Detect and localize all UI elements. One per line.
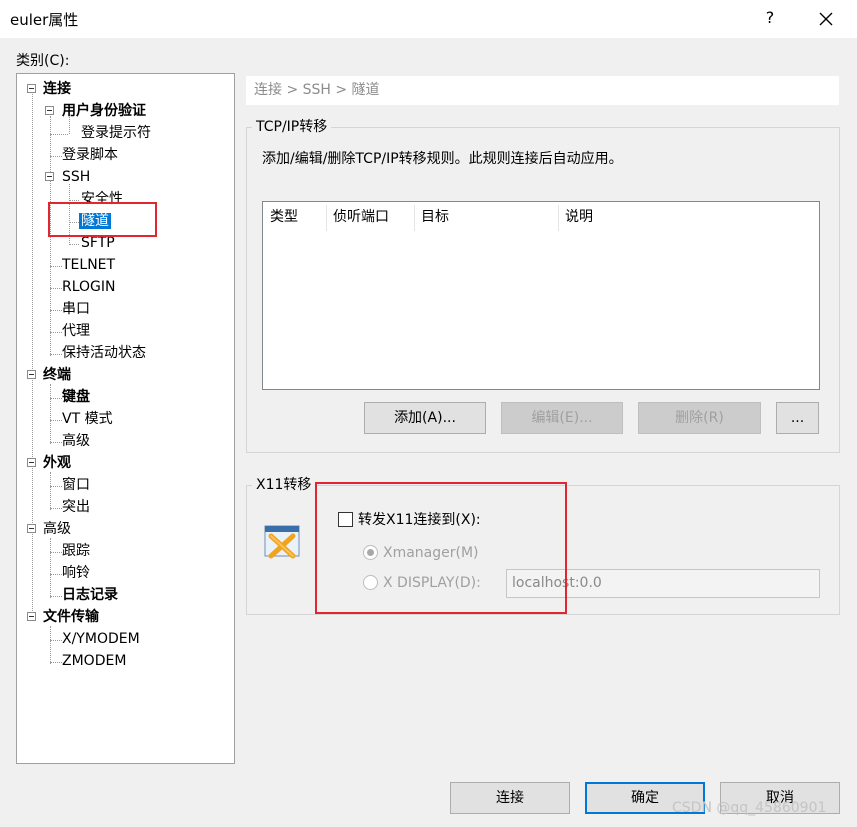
connect-button[interactable]: 连接: [450, 782, 570, 814]
tree-line: [50, 662, 62, 663]
column-separator[interactable]: [326, 205, 327, 231]
column-separator[interactable]: [558, 205, 559, 231]
tree-item-sftp[interactable]: SFTP: [81, 233, 115, 253]
collapse-icon[interactable]: [45, 172, 54, 181]
tree-item-bell[interactable]: 响铃: [62, 563, 90, 583]
tree-line: [50, 134, 68, 135]
tree-item-file-transfer[interactable]: 文件传输: [43, 607, 99, 627]
tree-item-advanced[interactable]: 高级: [43, 519, 71, 539]
xmanager-icon: [264, 525, 300, 559]
tree-item-logging[interactable]: 日志记录: [62, 585, 118, 605]
tree-item-window[interactable]: 窗口: [62, 475, 90, 495]
collapse-icon[interactable]: [27, 524, 36, 533]
tree-line: [50, 596, 62, 597]
xmanager-radio[interactable]: [363, 545, 378, 560]
close-button[interactable]: [812, 5, 840, 33]
column-header-description[interactable]: 说明: [565, 208, 593, 226]
tree-item-user-auth[interactable]: 用户身份验证: [62, 101, 146, 121]
xdisplay-radio-label[interactable]: X DISPLAY(D):: [383, 574, 481, 592]
tree-line: [50, 508, 62, 509]
tcp-group-title: TCP/IP转移: [252, 118, 332, 136]
tree-item-login-script[interactable]: 登录脚本: [62, 145, 118, 165]
tree-line: [69, 200, 79, 201]
help-button[interactable]: ?: [760, 8, 780, 27]
tree-line: [50, 538, 51, 598]
tree-item-ssh[interactable]: SSH: [62, 167, 90, 187]
forward-x11-checkbox[interactable]: [338, 512, 353, 527]
xmanager-radio-label[interactable]: Xmanager(M): [383, 544, 479, 562]
tree-line: [50, 626, 51, 664]
tree-item-terminal[interactable]: 终端: [43, 365, 71, 385]
tree-line: [50, 310, 62, 311]
tree-item-vt-mode[interactable]: VT 模式: [62, 409, 113, 429]
delete-rule-button[interactable]: 删除(R): [638, 402, 761, 434]
tree-item-tunnel-label: 隧道: [79, 213, 111, 229]
tree-line: [50, 472, 51, 510]
tree-item-keyboard[interactable]: 键盘: [62, 387, 90, 407]
tree-item-telnet[interactable]: TELNET: [62, 255, 115, 275]
tree-line: [50, 266, 62, 267]
tree-line: [50, 574, 62, 575]
tree-item-xymodem[interactable]: X/YMODEM: [62, 629, 140, 649]
tree-item-connection[interactable]: 连接: [43, 79, 71, 99]
collapse-icon[interactable]: [27, 458, 36, 467]
tree-item-highlight[interactable]: 突出: [62, 497, 90, 517]
tree-line: [50, 116, 51, 356]
tree-item-keepalive[interactable]: 保持活动状态: [62, 343, 146, 363]
tree-line: [50, 420, 62, 421]
tree-line: [50, 442, 62, 443]
tree-line: [50, 332, 62, 333]
tree-item-serial[interactable]: 串口: [62, 299, 90, 319]
breadcrumb: 连接 > SSH > 隧道: [246, 76, 839, 105]
collapse-icon[interactable]: [45, 106, 54, 115]
tree-item-proxy[interactable]: 代理: [62, 321, 90, 341]
tree-item-tunnel[interactable]: 隧道: [79, 211, 111, 231]
tree-line: [69, 222, 79, 223]
tree-item-zmodem[interactable]: ZMODEM: [62, 651, 126, 671]
forwarding-rules-list[interactable]: 类型 侦听端口 目标 说明: [262, 201, 820, 390]
tree-item-rlogin[interactable]: RLOGIN: [62, 277, 116, 297]
column-separator[interactable]: [414, 205, 415, 231]
title-bar: euler属性 ?: [0, 0, 857, 38]
column-header-target[interactable]: 目标: [421, 208, 449, 226]
watermark: CSDN @qq_45860901: [672, 800, 827, 816]
category-tree[interactable]: 连接 用户身份验证 登录提示符 登录脚本 SSH 安全性 隧道 SFTP TEL…: [16, 73, 235, 764]
tree-line: [69, 244, 79, 245]
tree-item-terminal-advanced[interactable]: 高级: [62, 431, 90, 451]
tree-line: [50, 354, 62, 355]
tree-item-security[interactable]: 安全性: [81, 189, 123, 209]
tree-line: [32, 92, 33, 615]
column-header-type[interactable]: 类型: [270, 208, 298, 226]
x11-group-title: X11转移: [252, 476, 316, 494]
tree-line: [50, 398, 62, 399]
close-icon: [819, 12, 833, 26]
category-label: 类别(C):: [16, 53, 70, 69]
tree-line: [50, 156, 62, 157]
tree-line: [50, 640, 62, 641]
tcp-description: 添加/编辑/删除TCP/IP转移规则。此规则连接后自动应用。: [262, 151, 623, 167]
window-title: euler属性: [10, 11, 79, 29]
tree-item-appearance[interactable]: 外观: [43, 453, 71, 473]
tree-line: [50, 384, 51, 444]
tree-line: [50, 486, 62, 487]
tree-item-trace[interactable]: 跟踪: [62, 541, 90, 561]
more-button[interactable]: ...: [776, 402, 819, 434]
column-header-listen-port[interactable]: 侦听端口: [333, 208, 389, 226]
add-rule-button[interactable]: 添加(A)...: [364, 402, 486, 434]
tree-item-login-prompt[interactable]: 登录提示符: [81, 123, 151, 143]
collapse-icon[interactable]: [27, 84, 36, 93]
forward-x11-label[interactable]: 转发X11连接到(X):: [358, 511, 481, 529]
tree-line: [69, 184, 70, 245]
collapse-icon[interactable]: [27, 612, 36, 621]
xdisplay-input[interactable]: localhost:0.0: [506, 569, 820, 598]
tree-line: [50, 288, 62, 289]
xdisplay-radio[interactable]: [363, 575, 378, 590]
tree-line: [50, 552, 62, 553]
collapse-icon[interactable]: [27, 370, 36, 379]
edit-rule-button[interactable]: 编辑(E)...: [501, 402, 623, 434]
